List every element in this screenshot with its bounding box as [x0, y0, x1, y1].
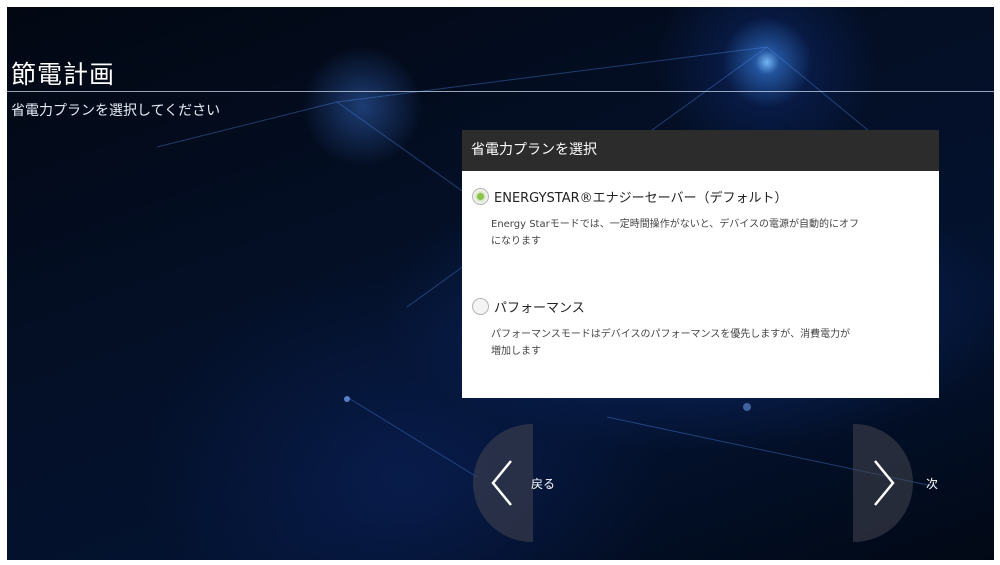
performance-description-line1: パフォーマンスモードはデバイスのパフォーマンスを優先しますが、消費電力が: [491, 329, 851, 340]
back-label[interactable]: 戻る: [531, 475, 555, 492]
performance-radio[interactable]: [472, 298, 489, 315]
energystar-description-line1: Energy Starモードでは、一定時間操作がないと、デバイスの電源が自動的に…: [491, 219, 859, 230]
energystar-description-line2: になります: [491, 236, 541, 247]
performance-description-line2: 増加します: [491, 346, 541, 357]
power-plan-dialog: 省電力プランを選択 ENERGYSTAR®エナジーセーバー（デフォルト） Ene…: [462, 130, 939, 398]
performance-label[interactable]: パフォーマンス: [494, 297, 585, 316]
energystar-description: Energy Starモードでは、一定時間操作がないと、デバイスの電源が自動的に…: [491, 216, 911, 250]
page-title: 節電計画: [11, 60, 116, 89]
energystar-radio[interactable]: [472, 188, 489, 205]
next-label[interactable]: 次: [926, 475, 938, 492]
next-button[interactable]: [853, 424, 913, 542]
performance-description: パフォーマンスモードはデバイスのパフォーマンスを優先しますが、消費電力が 増加し…: [491, 326, 911, 360]
dialog-title: 省電力プランを選択: [462, 130, 939, 171]
chevron-right-icon: [874, 460, 895, 506]
title-divider: [7, 91, 994, 92]
back-button[interactable]: [473, 424, 533, 542]
energystar-label[interactable]: ENERGYSTAR®エナジーセーバー（デフォルト）: [494, 187, 788, 206]
page-subtitle: 省電力プランを選択してください: [11, 103, 221, 119]
setup-screen: 節電計画 省電力プランを選択してください 省電力プランを選択 ENERGYSTA…: [7, 7, 994, 560]
radio-selected-dot: [477, 193, 484, 200]
chevron-left-icon: [491, 460, 512, 506]
